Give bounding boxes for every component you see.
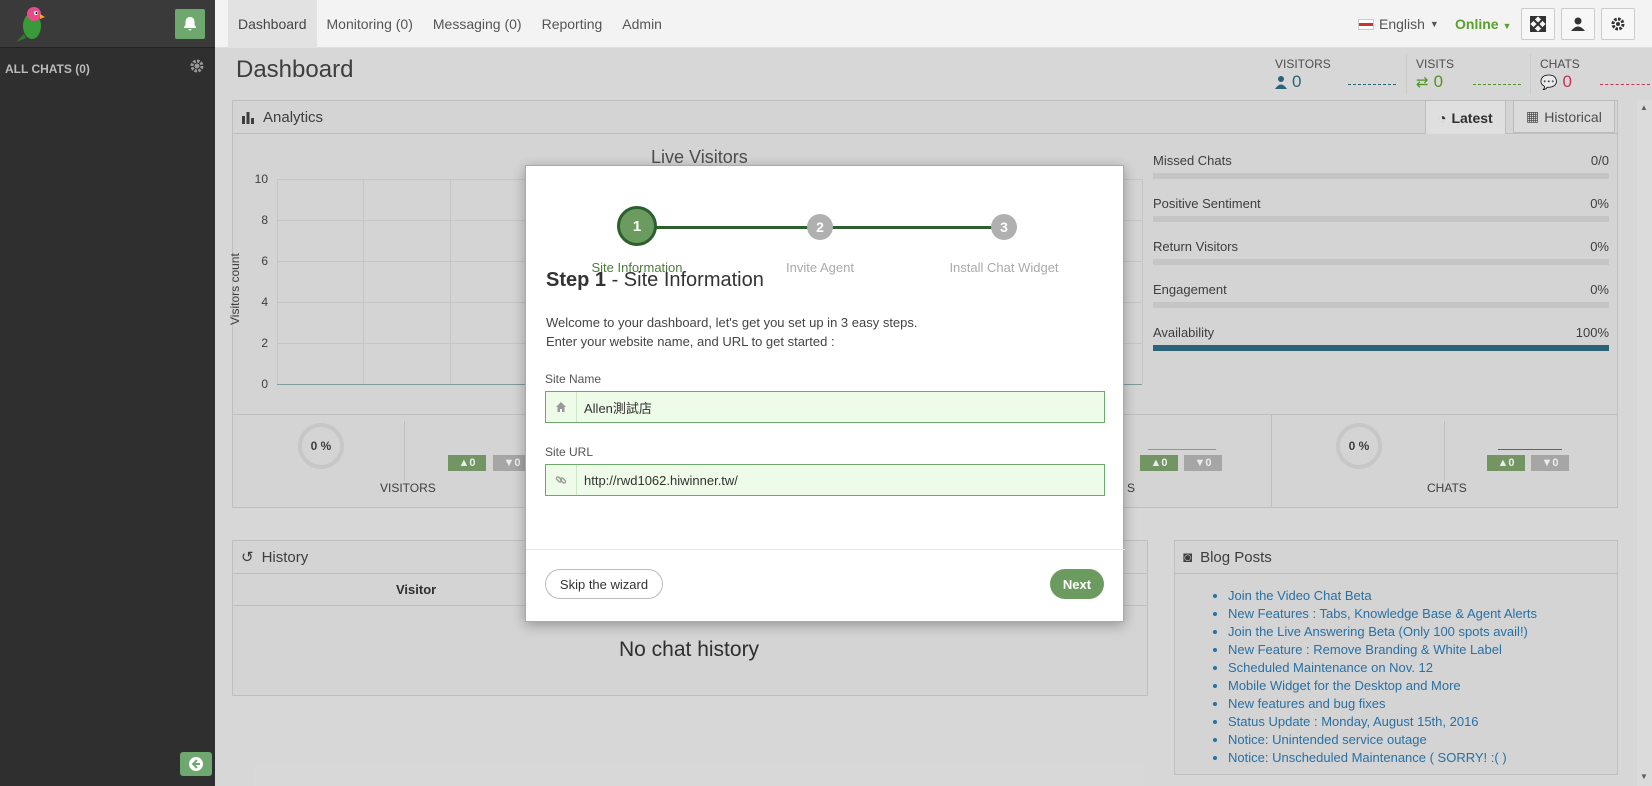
step-3-circle[interactable]: 3: [991, 214, 1017, 240]
home-icon: [546, 392, 577, 422]
site-name-input[interactable]: [577, 399, 1097, 415]
step-3-label: Install Chat Widget: [949, 260, 1059, 275]
site-name-label: Site Name: [545, 372, 602, 386]
notifications-bell-icon[interactable]: [175, 9, 205, 39]
next-button[interactable]: Next: [1050, 569, 1104, 599]
intro-line: Welcome to your dashboard, let's get you…: [546, 315, 918, 330]
status-label: Online: [1455, 16, 1499, 32]
link-icon: [546, 465, 577, 495]
intro-line: Enter your website name, and URL to get …: [546, 334, 835, 349]
all-chats-label[interactable]: ALL CHATS (0): [5, 62, 90, 76]
wizard-steps: 1 2 3: [526, 186, 1125, 256]
profile-button[interactable]: [1561, 8, 1595, 40]
parrot-logo-icon[interactable]: [10, 4, 50, 44]
uk-flag-icon: [1358, 18, 1374, 30]
chevron-down-icon: ▼: [1502, 21, 1512, 31]
skip-wizard-button[interactable]: Skip the wizard: [545, 569, 663, 599]
wizard-heading-step: Step 1: [546, 269, 607, 291]
nav-reporting[interactable]: Reporting: [532, 0, 613, 48]
nav-monitoring[interactable]: Monitoring (0): [317, 0, 423, 48]
language-dropdown[interactable]: English ▼: [1358, 16, 1439, 32]
sidebar-header: [0, 0, 215, 48]
sidebar: ALL CHATS (0): [0, 0, 215, 786]
site-url-label: Site URL: [545, 445, 594, 459]
wizard-heading-rest: - Site Information: [606, 269, 764, 291]
top-navbar: Dashboard Monitoring (0) Messaging (0) R…: [215, 0, 1652, 48]
fullscreen-button[interactable]: [1521, 8, 1555, 40]
site-name-field: [545, 391, 1105, 423]
wizard-heading: Step 1 - Site Information: [546, 269, 764, 292]
main-nav: Dashboard Monitoring (0) Messaging (0) R…: [228, 0, 672, 48]
site-url-input[interactable]: [577, 472, 1097, 488]
online-status-dropdown[interactable]: Online ▼: [1455, 16, 1511, 32]
expand-icon: [1530, 16, 1546, 32]
wizard-intro: Welcome to your dashboard, let's get you…: [546, 313, 918, 351]
collapse-arrow-icon[interactable]: [180, 752, 212, 776]
step-2-circle[interactable]: 2: [807, 214, 833, 240]
user-icon: [1571, 17, 1585, 31]
chevron-down-icon: ▼: [1429, 19, 1439, 29]
nav-messaging[interactable]: Messaging (0): [423, 0, 532, 48]
site-url-field: [545, 464, 1105, 496]
gear-icon: [1611, 17, 1625, 31]
language-label: English: [1379, 16, 1425, 32]
step-1-circle[interactable]: 1: [617, 206, 657, 246]
nav-admin[interactable]: Admin: [612, 0, 672, 48]
nav-dashboard[interactable]: Dashboard: [228, 0, 317, 48]
gear-icon[interactable]: [189, 58, 205, 74]
setup-wizard-modal: 1 2 3 Site Information Invite Agent Inst…: [525, 165, 1125, 622]
settings-button[interactable]: [1601, 8, 1635, 40]
